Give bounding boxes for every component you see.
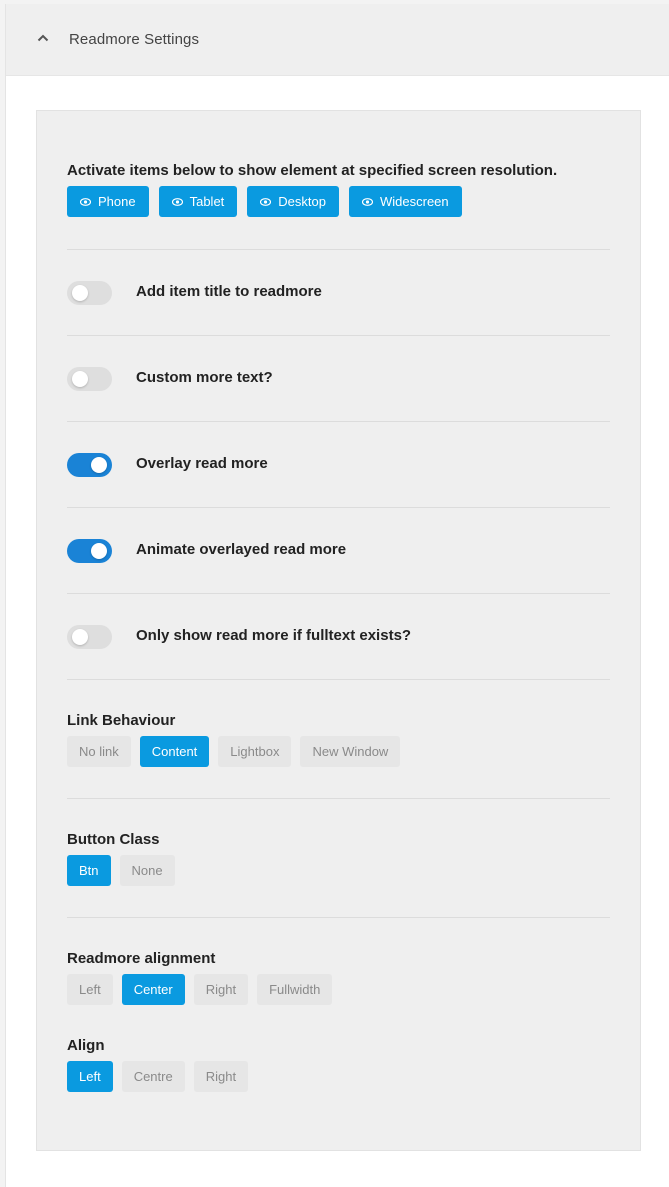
link-behaviour-label: Link Behaviour — [67, 712, 176, 729]
tablet-label: Tablet — [189, 194, 225, 209]
toggle-knob — [72, 371, 88, 387]
settings-panel: Activate items below to show element at … — [36, 110, 641, 1151]
desktop-label: Desktop — [278, 194, 326, 209]
readmore-alignment-options: Left Center Right Fullwidth — [67, 974, 333, 1005]
readmore-alignment-label: Readmore alignment — [67, 950, 216, 967]
align-left[interactable]: Left — [67, 1061, 113, 1092]
alignment-fullwidth[interactable]: Fullwidth — [257, 974, 333, 1005]
fulltext-only-toggle[interactable] — [67, 625, 112, 649]
eye-icon — [171, 197, 183, 206]
toggle-knob — [91, 543, 107, 559]
alignment-center[interactable]: Center — [121, 974, 185, 1005]
settings-container: Readmore Settings Activate items below t… — [5, 4, 669, 1187]
animate-overlayed-toggle[interactable] — [67, 539, 112, 563]
desktop-visibility-button[interactable]: Desktop — [247, 186, 339, 217]
divider — [67, 421, 610, 422]
eye-icon — [362, 197, 373, 206]
overlay-read-more-label: Overlay read more — [136, 455, 268, 472]
link-option-no-link[interactable]: No link — [67, 736, 131, 767]
align-centre[interactable]: Centre — [121, 1061, 185, 1092]
align-label: Align — [67, 1037, 105, 1054]
animate-overlayed-label: Animate overlayed read more — [136, 541, 347, 558]
section-header[interactable]: Readmore Settings — [6, 4, 669, 76]
toggle-knob — [72, 285, 88, 301]
divider — [67, 507, 610, 508]
button-class-none[interactable]: None — [119, 855, 175, 886]
button-class-btn[interactable]: Btn — [67, 855, 111, 886]
alignment-right[interactable]: Right — [193, 974, 249, 1005]
alignment-left[interactable]: Left — [67, 974, 113, 1005]
divider — [67, 593, 610, 594]
link-behaviour-options: No link Content Lightbox New Window — [67, 736, 401, 767]
align-right[interactable]: Right — [193, 1061, 249, 1092]
visibility-label: Activate items below to show element at … — [67, 162, 558, 179]
phone-label: Phone — [98, 194, 136, 209]
button-class-label: Button Class — [67, 831, 160, 848]
toggle-knob — [91, 457, 107, 473]
divider — [67, 679, 610, 680]
divider — [67, 798, 610, 799]
chevron-up-icon[interactable] — [37, 34, 49, 42]
fulltext-only-label: Only show read more if fulltext exists? — [136, 627, 412, 644]
link-option-new-window[interactable]: New Window — [300, 736, 401, 767]
add-item-title-toggle[interactable] — [67, 281, 112, 305]
divider — [67, 917, 610, 918]
tablet-visibility-button[interactable]: Tablet — [158, 186, 238, 217]
phone-visibility-button[interactable]: Phone — [67, 186, 149, 217]
widescreen-visibility-button[interactable]: Widescreen — [349, 186, 462, 217]
toggle-knob — [72, 629, 88, 645]
section-title: Readmore Settings — [69, 31, 200, 48]
divider — [67, 335, 610, 336]
button-class-options: Btn None — [67, 855, 175, 886]
visibility-buttons: Phone Tablet Desktop Widescreen — [67, 186, 462, 217]
divider — [67, 249, 610, 250]
eye-icon — [80, 197, 91, 206]
custom-more-text-label: Custom more text? — [136, 369, 273, 386]
align-options: Left Centre Right — [67, 1061, 249, 1092]
eye-icon — [260, 197, 272, 206]
custom-more-text-toggle[interactable] — [67, 367, 112, 391]
overlay-read-more-toggle[interactable] — [67, 453, 112, 477]
widescreen-label: Widescreen — [380, 194, 449, 209]
link-option-content[interactable]: Content — [139, 736, 210, 767]
add-item-title-label: Add item title to readmore — [136, 283, 322, 300]
link-option-lightbox[interactable]: Lightbox — [218, 736, 292, 767]
